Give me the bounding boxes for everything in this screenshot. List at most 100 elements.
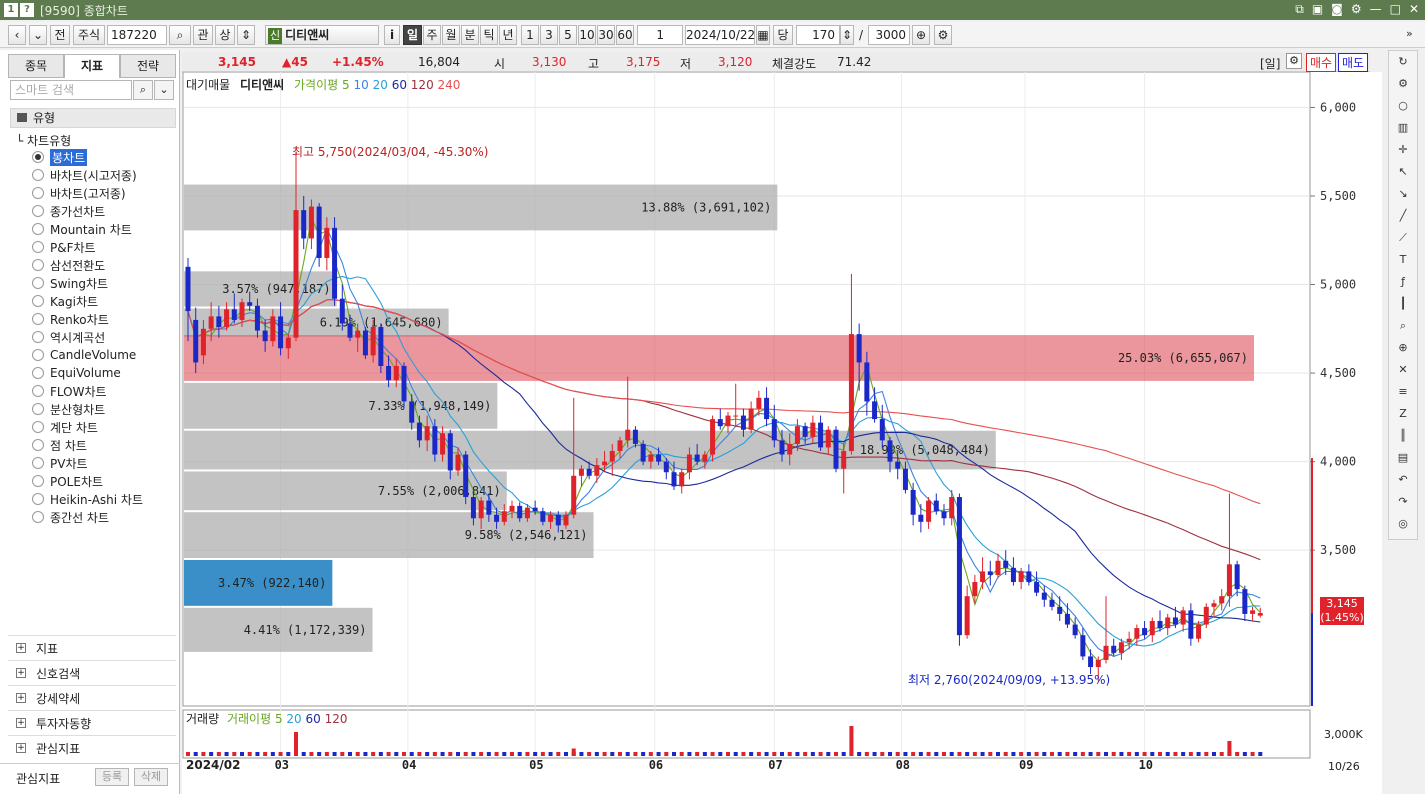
- search-icon[interactable]: ⌕: [133, 80, 153, 100]
- interval-3[interactable]: 3: [540, 25, 558, 45]
- close-icon[interactable]: ✕: [1409, 2, 1419, 17]
- chart-type-item[interactable]: 역시계곡선: [32, 328, 143, 346]
- tree-chart-type[interactable]: └ 차트유형: [16, 132, 71, 149]
- interval-5[interactable]: 5: [559, 25, 577, 45]
- fib-icon[interactable]: ƒ: [1389, 271, 1417, 293]
- radio-icon[interactable]: [32, 421, 44, 433]
- info-button[interactable]: i: [384, 25, 400, 45]
- chart-type-item[interactable]: 바차트(고저종): [32, 184, 143, 202]
- radio-icon[interactable]: [32, 295, 44, 307]
- plus-icon[interactable]: +: [16, 643, 26, 653]
- radio-icon[interactable]: [32, 457, 44, 469]
- chart-type-item[interactable]: 봉차트: [32, 148, 143, 166]
- tab-indicator[interactable]: 지표: [64, 54, 120, 78]
- register-button[interactable]: 등록: [95, 768, 129, 786]
- stock-name-box[interactable]: 신 디티앤씨: [265, 25, 379, 45]
- radio-icon[interactable]: [32, 187, 44, 199]
- help-icon[interactable]: ?: [20, 3, 34, 17]
- minimize-icon[interactable]: —: [1370, 2, 1382, 17]
- bar-chart-icon[interactable]: ▥: [1389, 117, 1417, 139]
- radio-icon[interactable]: [32, 331, 44, 343]
- radio-icon[interactable]: [32, 151, 44, 163]
- chart-type-item[interactable]: Kagi차트: [32, 292, 143, 310]
- interval-1[interactable]: 1: [521, 25, 539, 45]
- magnifier-icon[interactable]: ◎: [1389, 513, 1417, 535]
- chart-type-item[interactable]: 종가선차트: [32, 202, 143, 220]
- jeon-button[interactable]: 전: [50, 25, 70, 45]
- radio-icon[interactable]: [32, 439, 44, 451]
- stepper-icon[interactable]: ⇕: [840, 25, 854, 45]
- indicator-group[interactable]: + 신호검색: [8, 660, 176, 685]
- circle-icon[interactable]: ○: [1389, 95, 1417, 117]
- chart-area[interactable]: 13.88% (3,691,102) 3.57% (947,187) 6.19% (…: [182, 72, 1382, 794]
- vertical-lines-icon[interactable]: ║: [1389, 425, 1417, 447]
- maximize-icon[interactable]: □: [1390, 2, 1401, 17]
- interval-60[interactable]: 60: [616, 25, 634, 45]
- radio-icon[interactable]: [32, 223, 44, 235]
- chart-type-item[interactable]: PV차트: [32, 454, 143, 472]
- radio-icon[interactable]: [32, 367, 44, 379]
- period-minute[interactable]: 분: [461, 25, 479, 45]
- chart-type-item[interactable]: CandleVolume: [32, 346, 143, 364]
- arrow-down-icon[interactable]: ↘: [1389, 183, 1417, 205]
- period-tick[interactable]: 틱: [480, 25, 498, 45]
- search-icon[interactable]: ⌕: [169, 25, 191, 45]
- period-week[interactable]: 주: [423, 25, 441, 45]
- period-month[interactable]: 월: [442, 25, 460, 45]
- radio-icon[interactable]: [32, 277, 44, 289]
- chart-type-item[interactable]: Mountain 차트: [32, 220, 143, 238]
- indicator-group[interactable]: + 관심지표: [8, 735, 176, 760]
- chart-type-item[interactable]: Renko차트: [32, 310, 143, 328]
- gear-icon[interactable]: ⚙: [1351, 2, 1362, 17]
- plus-icon[interactable]: +: [16, 668, 26, 678]
- camera-icon[interactable]: ◙: [1331, 2, 1343, 17]
- radio-icon[interactable]: [32, 169, 44, 181]
- radio-icon[interactable]: [32, 313, 44, 325]
- radio-icon[interactable]: [32, 475, 44, 487]
- redo-icon[interactable]: ↷: [1389, 491, 1417, 513]
- plus-icon[interactable]: +: [16, 718, 26, 728]
- expand-icon[interactable]: ⌄: [154, 80, 174, 100]
- zoom-icon[interactable]: ⊕: [912, 25, 930, 45]
- undo-icon[interactable]: ↶: [1389, 469, 1417, 491]
- grid-lines-icon[interactable]: ▤: [1389, 447, 1417, 469]
- z-icon[interactable]: Z: [1389, 403, 1417, 425]
- chart-type-item[interactable]: POLE차트: [32, 472, 143, 490]
- indicator-group[interactable]: + 지표: [8, 635, 176, 660]
- candle-icon[interactable]: ┃: [1389, 293, 1417, 315]
- radio-icon[interactable]: [32, 205, 44, 217]
- radio-icon[interactable]: [32, 493, 44, 505]
- price-chart-svg[interactable]: 13.88% (3,691,102)3.57% (947,187)6.19% (…: [182, 72, 1382, 794]
- chart-type-item[interactable]: FLOW차트: [32, 382, 143, 400]
- chart-type-item[interactable]: P&F차트: [32, 238, 143, 256]
- gear-icon[interactable]: ⚙: [1286, 53, 1302, 69]
- indicator-group[interactable]: + 투자자동향: [8, 710, 176, 735]
- arrow-up-icon[interactable]: ↖: [1389, 161, 1417, 183]
- smart-search-input[interactable]: 스마트 검색: [10, 80, 132, 100]
- stock-code-input[interactable]: 187220: [107, 25, 167, 45]
- radio-icon[interactable]: [32, 241, 44, 253]
- zoom-icon[interactable]: ⌕: [1389, 315, 1417, 337]
- prev-icon[interactable]: ‹: [8, 25, 26, 45]
- chart-type-item[interactable]: Swing차트: [32, 274, 143, 292]
- zoom-in-icon[interactable]: ⊕: [1389, 337, 1417, 359]
- count-select[interactable]: 1: [637, 25, 683, 45]
- lines-icon[interactable]: ≡: [1389, 381, 1417, 403]
- date-input[interactable]: 2024/10/22: [685, 25, 755, 45]
- chart-type-item[interactable]: Heikin-Ashi 차트: [32, 490, 143, 508]
- chevron-down-icon[interactable]: ⌄: [29, 25, 47, 45]
- radio-icon[interactable]: [32, 403, 44, 415]
- text-icon[interactable]: T: [1389, 249, 1417, 271]
- market-type-select[interactable]: 주식: [73, 25, 105, 45]
- chart-type-item[interactable]: 바차트(시고저종): [32, 166, 143, 184]
- chart-type-item[interactable]: EquiVolume: [32, 364, 143, 382]
- spinner-icon[interactable]: ⇕: [237, 25, 255, 45]
- dang-button[interactable]: 당: [773, 25, 793, 45]
- radio-icon[interactable]: [32, 385, 44, 397]
- display-count-input[interactable]: 170: [796, 25, 840, 45]
- auto-line-icon[interactable]: ⟋: [1389, 227, 1417, 249]
- buy-button[interactable]: 매수: [1306, 53, 1337, 72]
- calendar-icon[interactable]: ▦: [756, 25, 770, 45]
- interval-30[interactable]: 30: [597, 25, 615, 45]
- tree-type-header[interactable]: 유형: [10, 108, 176, 128]
